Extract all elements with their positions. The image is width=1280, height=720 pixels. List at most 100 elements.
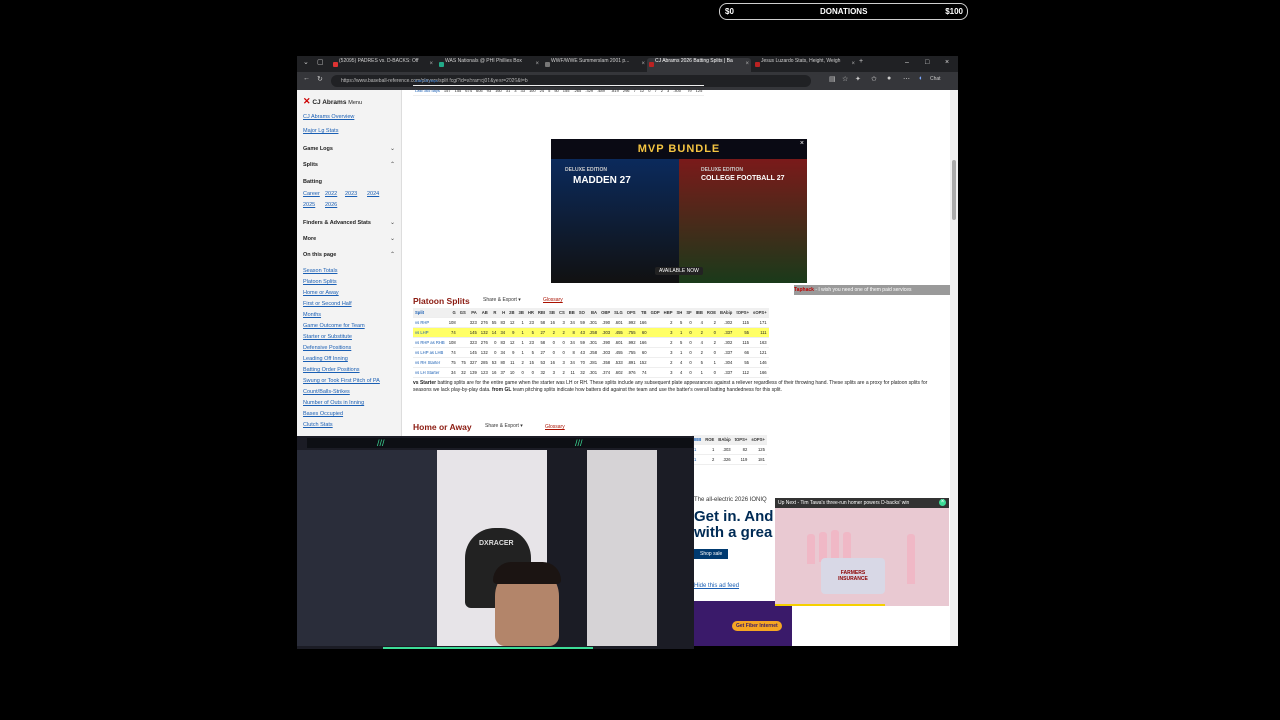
link-clutch[interactable]: Clutch Stats [303,422,333,428]
tab-cj-abrams[interactable]: CJ Abrams 2026 Batting Splits | Ba × [647,58,751,72]
close-icon[interactable]: ✕ [303,96,311,106]
platoon-share-button[interactable]: Share & Export ▾ [483,297,521,303]
menu-header[interactable]: ✕ CJ Abrams Menu [303,96,362,107]
link-defensive-positions[interactable]: Defensive Positions [303,345,351,351]
column-header[interactable]: CS [556,308,567,318]
major-log-link[interactable]: Major Lg Stats [303,128,338,134]
column-header[interactable]: BAbip [716,435,733,445]
copilot-icon[interactable]: ◐ [919,75,923,82]
column-header[interactable]: HBP [661,308,675,318]
column-header[interactable]: SB [547,308,557,318]
close-icon[interactable]: × [939,499,946,506]
ad-close-icon[interactable]: × [800,140,804,147]
maximize-icon[interactable]: □ [925,59,929,66]
year-2024[interactable]: 2024 [367,191,379,197]
link-batting-order[interactable]: Batting Order Positions [303,367,360,373]
tab-nationals[interactable]: WAS Nationals @ PHI Phillies Box × [437,58,541,72]
link-first-pitch[interactable]: Swung or Took First Pitch of PA [303,378,380,384]
table-cell[interactable]: vs LHP as LHB [413,347,447,358]
close-icon[interactable]: × [851,61,855,67]
overview-link[interactable]: CJ Abrams Overview [303,114,354,120]
close-icon[interactable]: × [745,61,749,67]
tab-padres[interactable]: (52095) PADRES vs. D-BACKS: Off × [331,58,435,72]
column-header[interactable]: TB [637,308,649,318]
hide-ad-link[interactable]: Hide this ad feed [694,583,739,589]
table-cell[interactable]: vs LH Starter [413,367,447,378]
column-header[interactable]: 2B [507,308,517,318]
column-header[interactable]: OPS [624,308,638,318]
extensions-icon[interactable]: ✦ [855,75,861,83]
page-scrollbar[interactable] [950,90,958,646]
tab-summerslam[interactable]: WWF/WWE Summerslam 2001 p... × [543,58,647,72]
column-header[interactable]: R [489,308,499,318]
column-header[interactable]: GDP [648,308,662,318]
link-leading-off[interactable]: Leading Off Inning [303,356,348,362]
link-season-totals[interactable]: Season Totals [303,268,337,274]
more-icon[interactable]: ⋯ [903,75,910,83]
table-cell[interactable]: vs RHP [413,317,447,328]
chat-label[interactable]: Chat [930,76,941,82]
column-header[interactable]: BB [566,308,577,318]
year-2023[interactable]: 2023 [345,191,357,197]
link-outs[interactable]: Number of Outs in Inning [303,400,364,406]
link-first-second-half[interactable]: First or Second Half [303,301,352,307]
chevron-down-icon[interactable]: ⌄ [390,145,395,152]
home-away-glossary-link[interactable]: Glossary [545,424,565,430]
column-header[interactable]: tOPS+ [734,308,752,318]
link-home-away[interactable]: Home or Away [303,290,339,296]
column-header[interactable]: Split [413,308,447,318]
column-header[interactable]: SF [684,308,694,318]
column-header[interactable]: ROE [703,435,717,445]
close-icon[interactable]: × [429,61,433,67]
back-icon[interactable]: ← [303,75,310,82]
close-icon[interactable]: × [535,61,539,67]
table-cell[interactable]: vs RH Starter [413,357,447,368]
platoon-glossary-link[interactable]: Glossary [543,297,563,303]
close-icon[interactable]: × [641,61,645,67]
shop-sale-button[interactable]: Shop sale [694,549,729,559]
mvp-bundle-ad[interactable]: MVP BUNDLE DELUXE EDITION MADDEN 27 DELU… [551,139,807,283]
chevron-up-icon[interactable]: ⌃ [390,161,395,168]
column-header[interactable]: sOPS+ [751,308,769,318]
column-header[interactable]: sOPS+ [749,435,767,445]
home-away-share-button[interactable]: Share & Export ▾ [485,423,523,429]
profile-icon[interactable]: ● [887,75,891,82]
link-game-outcome[interactable]: Game Outcome for Team [303,323,365,329]
column-header[interactable]: BA [586,308,600,318]
link-platoon-splits[interactable]: Platoon Splits [303,279,337,285]
more-header[interactable]: More [303,236,316,242]
year-career[interactable]: Career [303,191,320,197]
table-cell[interactable]: vs RHP as RHB [413,337,447,348]
finders-header[interactable]: Finders & Advanced Stats [303,220,371,226]
link-months[interactable]: Months [303,312,321,318]
year-2025[interactable]: 2025 [303,202,315,208]
fiber-ad[interactable]: Get Fiber Internet [694,601,792,646]
get-fiber-button[interactable]: Get Fiber Internet [732,621,782,631]
year-2026[interactable]: 2026 [325,202,337,208]
table-cell[interactable]: Last 365 days [413,85,442,96]
column-header[interactable]: AB [478,308,490,318]
table-cell[interactable]: Last 28 days [413,76,442,86]
scrollbar-thumb[interactable] [952,160,956,220]
reload-icon[interactable]: ↻ [317,75,323,83]
new-tab-icon[interactable]: + [859,58,863,65]
minimize-icon[interactable]: – [905,59,909,66]
column-header[interactable]: GS [457,308,468,318]
link-starter-substitute[interactable]: Starter or Substitute [303,334,352,340]
column-header[interactable]: BAbip [718,308,735,318]
column-header[interactable]: tOPS+ [732,435,750,445]
tab-luzardo[interactable]: Jesus Luzardo Stats, Height, Weigh × [753,58,857,72]
up-next-video[interactable]: Up Next - Tim Tawa's three-run homer pow… [775,498,949,606]
on-this-page-header[interactable]: On this page [303,252,336,258]
column-header[interactable]: ROE [704,308,718,318]
favorite-star-icon[interactable]: ☆ [842,75,848,83]
reader-icon[interactable]: ▤ [829,75,836,83]
column-header[interactable]: H [498,308,508,318]
column-header[interactable]: SO [576,308,587,318]
column-header[interactable]: OBP [599,308,613,318]
chevron-down-icon[interactable]: ⌄ [390,219,395,226]
column-header[interactable]: PA [467,308,479,318]
game-logs-header[interactable]: Game Logs [303,146,333,152]
workspace-icon[interactable]: ▢ [317,58,324,66]
year-2022[interactable]: 2022 [325,191,337,197]
